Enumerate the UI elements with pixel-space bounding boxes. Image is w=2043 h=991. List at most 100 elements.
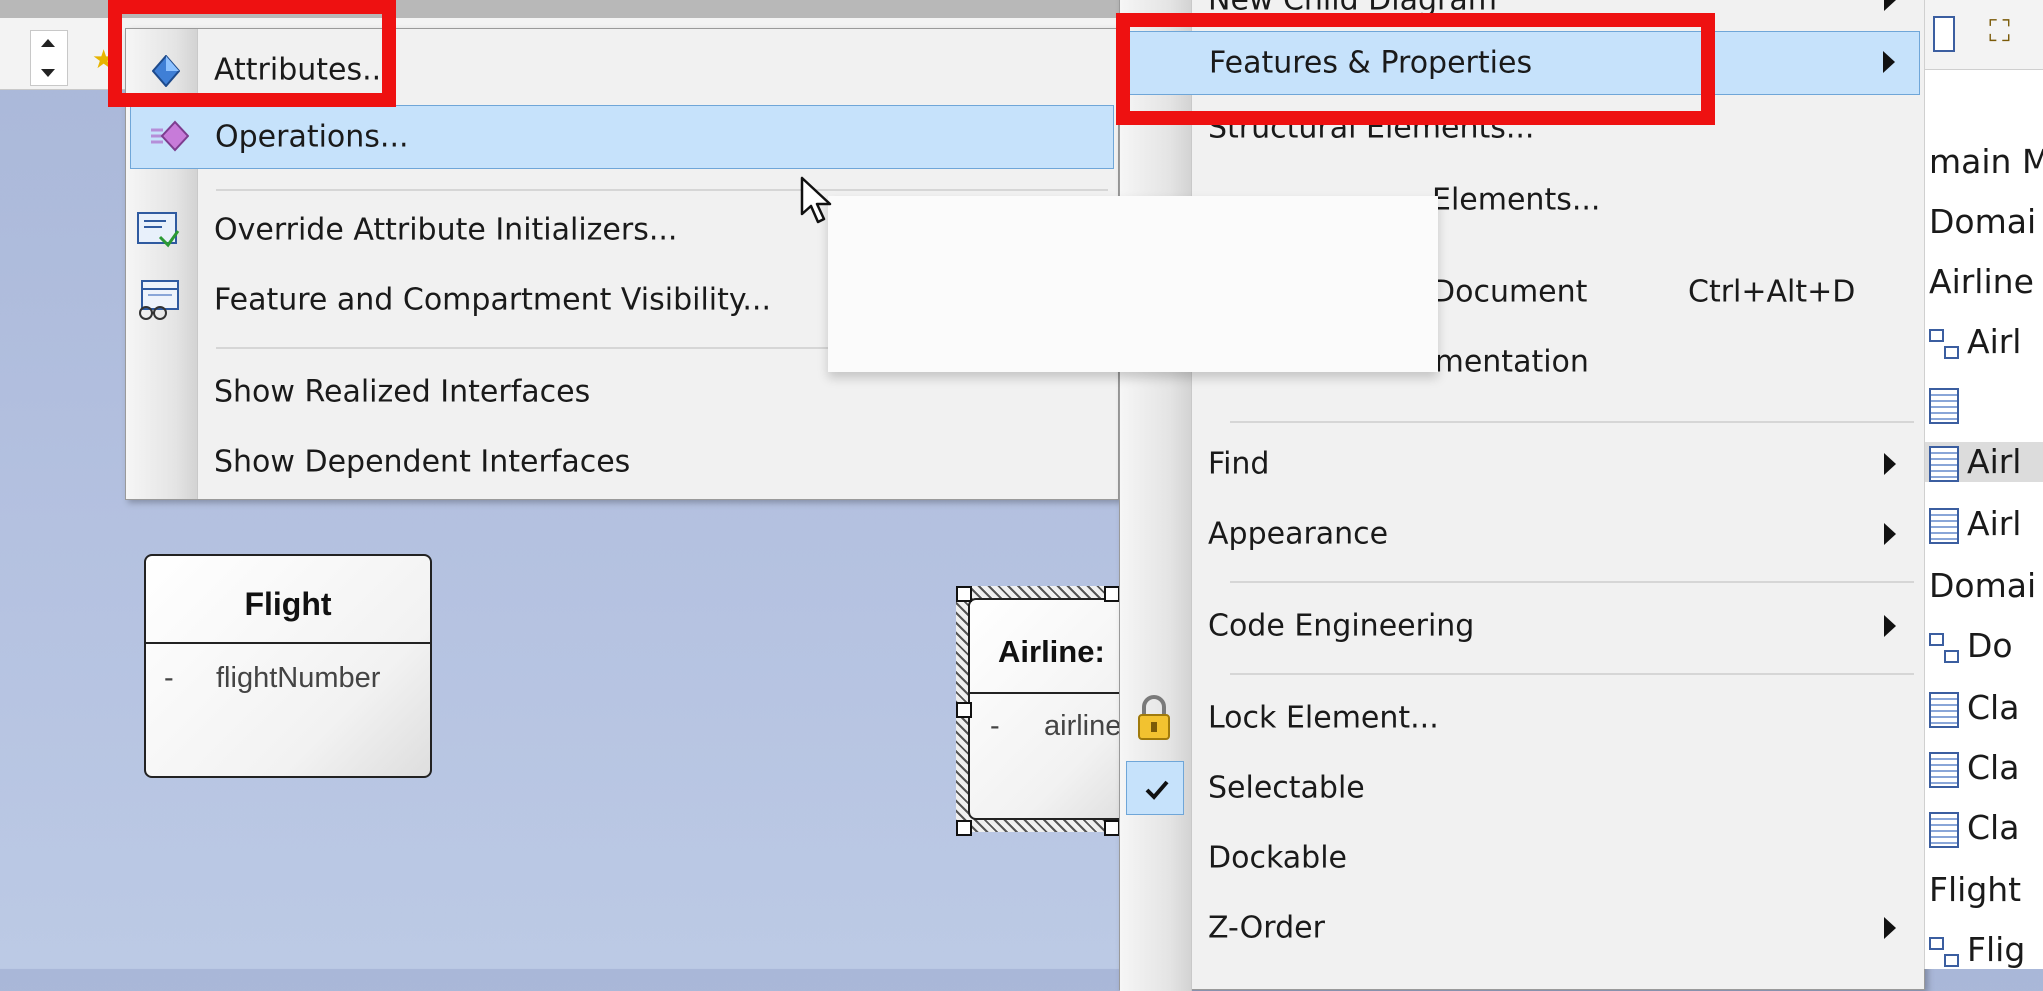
menu-item-selectable-label: Selectable [1208,770,1365,806]
submenu-arrow-icon [1884,615,1896,637]
browser-item-label: Cla [1967,808,2020,847]
submenu-arrow-icon [1884,917,1896,939]
menu-item-dockable-label: Dockable [1208,840,1348,876]
class-airline[interactable]: Airline: - airline [968,598,1138,820]
browser-item[interactable]: Flight [1929,870,2021,909]
zoom-spinner[interactable] [30,30,68,86]
class-flight-divider [146,642,430,644]
context-menu: New Child Diagram Features & Properties … [1119,0,1925,991]
checkmark-box [1126,761,1184,815]
browser-item[interactable]: Cla [1929,808,2019,848]
menu-item-find-label: Find [1208,446,1270,482]
menu-item-appearance[interactable]: Appearance [1120,505,1924,563]
class-airline-attr: airline [1044,710,1122,742]
browser-item[interactable]: Airline [1929,262,2034,301]
checkmark-icon [1145,780,1169,800]
menu-item-show-dependent-interfaces[interactable]: Show Dependent Interfaces [126,433,1118,491]
resize-handle-tr[interactable] [1104,586,1120,602]
binoculars-icon[interactable]: ⛶ [1989,12,2027,52]
menu-item-override-initializers-label: Override Attribute Initializers... [214,212,678,248]
browser-item-label: Domai [1929,202,2037,241]
browser-item[interactable]: Domai [1929,566,2036,605]
class-flight-title: Flight [244,586,332,622]
browser-item-label: Airl [1967,504,2022,543]
class-airline-divider [970,692,1136,694]
menu-item-z-order-label: Z-Order [1208,910,1325,946]
diagram-icon [1929,328,1959,359]
class-flight[interactable]: Flight - flightNumber [144,554,432,778]
browser-item-label: Do [1967,626,2013,665]
context-separator-3 [1230,673,1914,675]
menu-item-document-label: Document [1432,274,1588,310]
menu-item-selectable[interactable]: Selectable [1120,759,1924,817]
operation-icon [151,120,189,152]
browser-item[interactable]: Do [1929,626,2013,665]
browser-item-selected[interactable]: Airl [1925,442,2043,482]
class-icon [1929,445,1959,482]
class-airline-title: Airline: [998,634,1105,669]
browser-item-label: Cla [1967,748,2020,787]
context-separator-1 [1230,421,1914,423]
project-browser: ⛶ main M Domai Airline Airl Airl Airl Do… [1924,0,2043,969]
browser-item-label: Airl [1967,442,2022,481]
menu-item-lock-element-label: Lock Element... [1208,700,1439,736]
submenu-arrow-icon [1884,523,1896,545]
class-flight-attr: flightNumber [216,662,381,694]
menu-item-code-engineering[interactable]: Code Engineering [1120,597,1924,655]
browser-item-label: Cla [1967,688,2020,727]
class-icon [1929,507,1959,544]
browser-item[interactable]: main M [1929,142,2043,181]
browser-item-label: main M [1929,142,2043,181]
callout-features-properties [1116,13,1715,125]
menu-item-find[interactable]: Find [1120,435,1924,493]
menu-item-document-shortcut: Ctrl+Alt+D [1688,274,1856,310]
diagram-icon [1929,632,1959,663]
menu-item-appearance-label: Appearance [1208,516,1389,552]
browser-item[interactable]: Domai [1929,202,2036,241]
browser-item[interactable]: Airl [1929,322,2021,361]
menu-item-lock-element[interactable]: Lock Element... [1120,689,1924,747]
class-icon [1929,811,1959,848]
menu-item-operations-label: Operations... [215,119,409,155]
lock-icon [1138,695,1170,740]
submenu-separator-1 [216,189,1108,191]
class-flight-attr-visibility: - [164,662,174,694]
menu-item-code-engineering-label: Code Engineering [1208,608,1475,644]
browser-item-label: Domai [1929,566,2037,605]
menu-item-dockable[interactable]: Dockable [1120,829,1924,887]
resize-handle-bl[interactable] [956,820,972,836]
callout-attributes [108,0,396,107]
browser-item[interactable]: Airl [1929,504,2021,544]
resize-handle-ml[interactable] [956,702,972,718]
menu-item-z-order[interactable]: Z-Order [1120,899,1924,957]
browser-item[interactable]: Cla [1929,688,2019,728]
browser-toolbar: ⛶ [1925,0,2043,70]
browser-item[interactable]: Cla [1929,748,2019,788]
class-icon [1929,751,1959,788]
browser-view-icon[interactable] [1933,16,1955,52]
mouse-cursor-icon [800,176,832,224]
spin-down-icon[interactable] [41,69,55,77]
menu-item-show-dependent-interfaces-label: Show Dependent Interfaces [214,444,631,480]
browser-item[interactable]: Flig [1929,930,2025,969]
submenu-arrow-icon [1884,453,1896,475]
browser-item-label: Flig [1967,930,2026,969]
menu-item-elements-label: Elements... [1432,182,1601,218]
class-icon [1929,691,1959,728]
class-airline-attr-visibility: - [990,710,1000,742]
browser-item-label: Flight [1929,870,2022,909]
browser-item[interactable] [1929,384,1967,424]
fading-tooltip [828,196,1438,372]
menu-item-feature-visibility-label: Feature and Compartment Visibility... [214,282,771,318]
resize-handle-br[interactable] [1104,820,1120,836]
browser-item-label: Airl [1967,322,2022,361]
diagram-icon [1929,936,1959,967]
spin-up-icon[interactable] [41,39,55,47]
browser-item-label: Airline [1929,262,2034,301]
context-separator-2 [1230,581,1914,583]
menu-item-operations[interactable]: Operations... [130,105,1114,169]
override-initializers-icon [137,212,180,248]
resize-handle-tl[interactable] [956,586,972,602]
menu-item-show-realized-interfaces-label: Show Realized Interfaces [214,374,591,410]
class-icon [1929,387,1959,424]
